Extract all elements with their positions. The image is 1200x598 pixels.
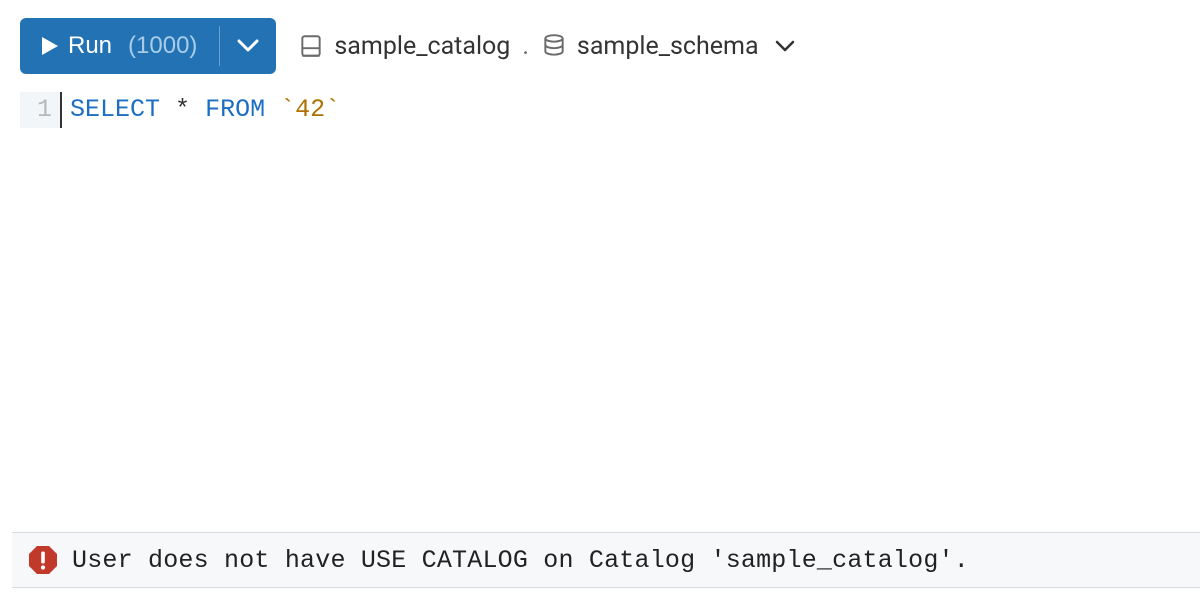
context-selector[interactable]: sample_catalog . sample_schema [298,32,794,61]
error-icon [28,545,58,575]
run-button[interactable]: Run (1000) [20,18,219,74]
schema-name: sample_schema [577,32,759,61]
run-dropdown-button[interactable] [220,18,276,74]
dot-separator: . [522,32,529,61]
token-star: * [175,95,190,124]
token-identifier: `42` [280,95,340,124]
token-from: FROM [205,95,265,124]
chevron-down-icon [237,39,259,53]
run-button-group: Run (1000) [20,18,276,74]
editor-line: 1 SELECT * FROM `42` [0,92,1200,128]
line-content[interactable]: SELECT * FROM `42` [60,92,340,128]
catalog-name: sample_catalog [334,32,510,61]
schema-icon [541,33,567,59]
toolbar: Run (1000) sample_catalog . sa [0,0,1200,88]
play-icon [42,37,58,55]
sql-editor[interactable]: 1 SELECT * FROM `42` [0,88,1200,128]
line-number: 1 [20,92,60,128]
error-bar: User does not have USE CATALOG on Catalo… [12,532,1200,588]
run-limit: (1000) [128,32,197,60]
run-label: Run [68,32,112,60]
catalog-icon [298,33,324,59]
error-message: User does not have USE CATALOG on Catalo… [72,546,969,575]
chevron-down-icon [775,40,795,52]
token-select: SELECT [70,95,160,124]
